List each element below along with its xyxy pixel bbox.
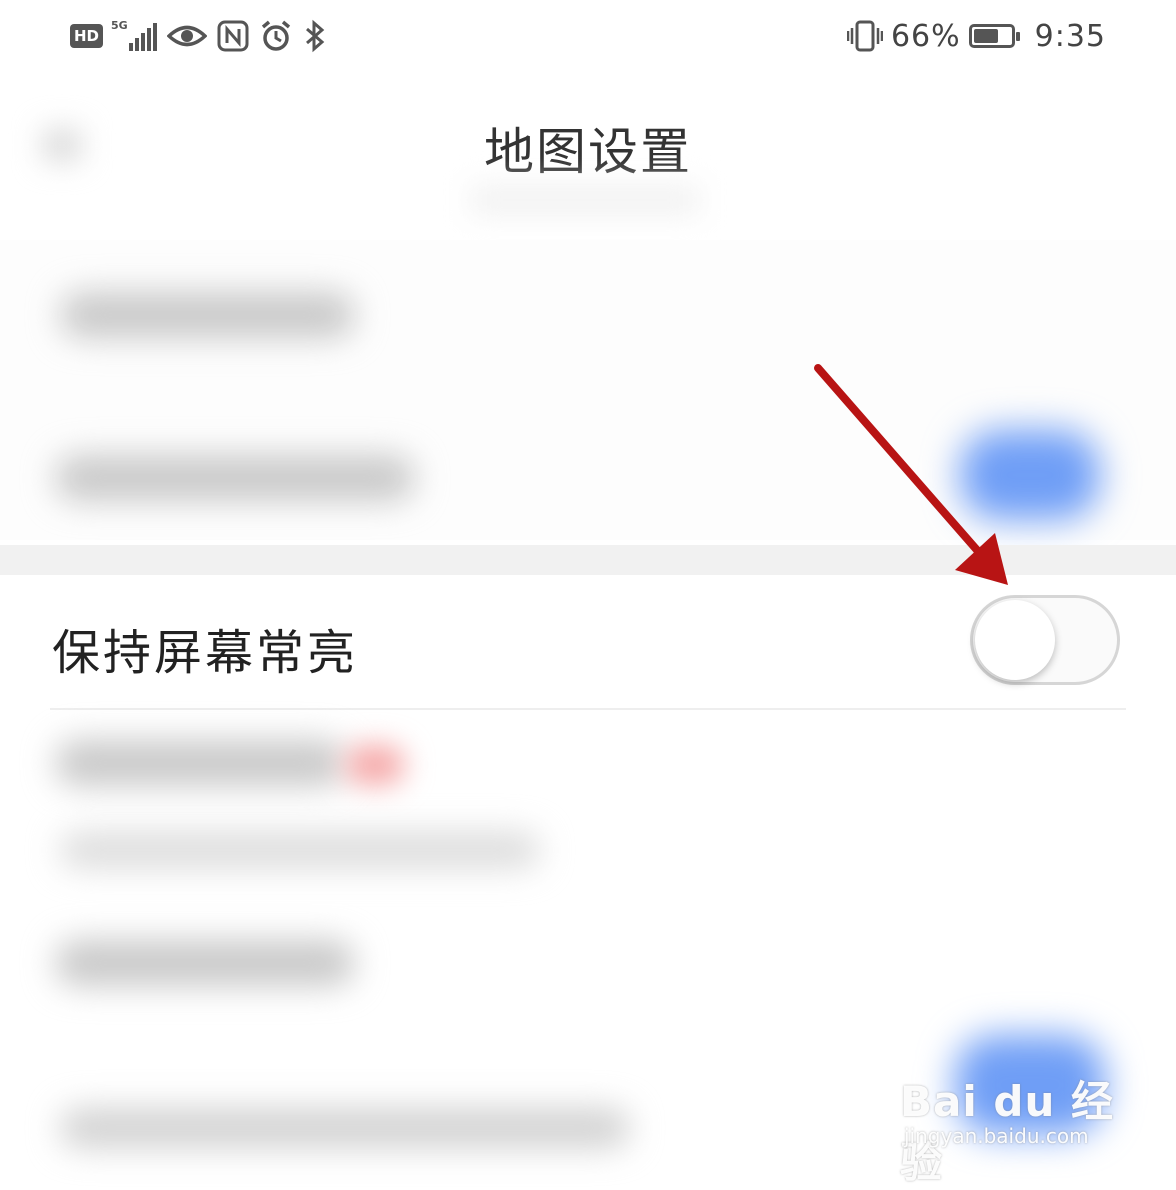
status-right-icons: 66% 9:35 [846, 16, 1106, 56]
blurred-badge [345, 745, 405, 785]
watermark-url: jingyan.baidu.com [904, 1124, 1089, 1148]
toggle-knob [975, 600, 1055, 680]
baidu-watermark: Bai du 经验 jingyan.baidu.com [900, 1050, 1140, 1187]
blurred-setting-row[interactable] [55, 940, 355, 986]
blurred-toggle-on[interactable] [960, 430, 1100, 520]
eye-icon [167, 25, 208, 47]
page-title: 地图设置 [484, 123, 692, 181]
status-bar: HD 5G 66% 9:35 [0, 0, 1176, 76]
battery-percent: 66% [890, 18, 961, 54]
network-type-label: 5G [111, 19, 128, 32]
nfc-icon [217, 20, 249, 52]
vibrate-icon [846, 20, 883, 52]
setting-row-keep-screen-on[interactable]: 保持屏幕常亮 [0, 575, 1176, 709]
alarm-icon [261, 20, 291, 51]
blurred-setting-row[interactable] [55, 455, 415, 501]
status-left-icons: HD 5G [70, 16, 327, 56]
section-separator [0, 545, 1176, 575]
keep-screen-on-toggle[interactable] [970, 595, 1120, 685]
battery-icon [968, 24, 1020, 48]
blurred-setting-row[interactable] [55, 740, 345, 786]
header-blur-shadow [470, 185, 700, 215]
blurred-setting-description [60, 832, 540, 868]
blurred-setting-row[interactable] [60, 292, 355, 338]
signal-icon: 5G [111, 19, 158, 51]
clock: 9:35 [1034, 18, 1106, 54]
hd-icon: HD [70, 24, 104, 48]
row-divider [50, 708, 1126, 710]
setting-label: 保持屏幕常亮 [52, 625, 359, 681]
battery-level-fill [973, 29, 998, 43]
bluetooth-icon [306, 19, 325, 53]
blurred-setting-row[interactable] [60, 1108, 630, 1148]
